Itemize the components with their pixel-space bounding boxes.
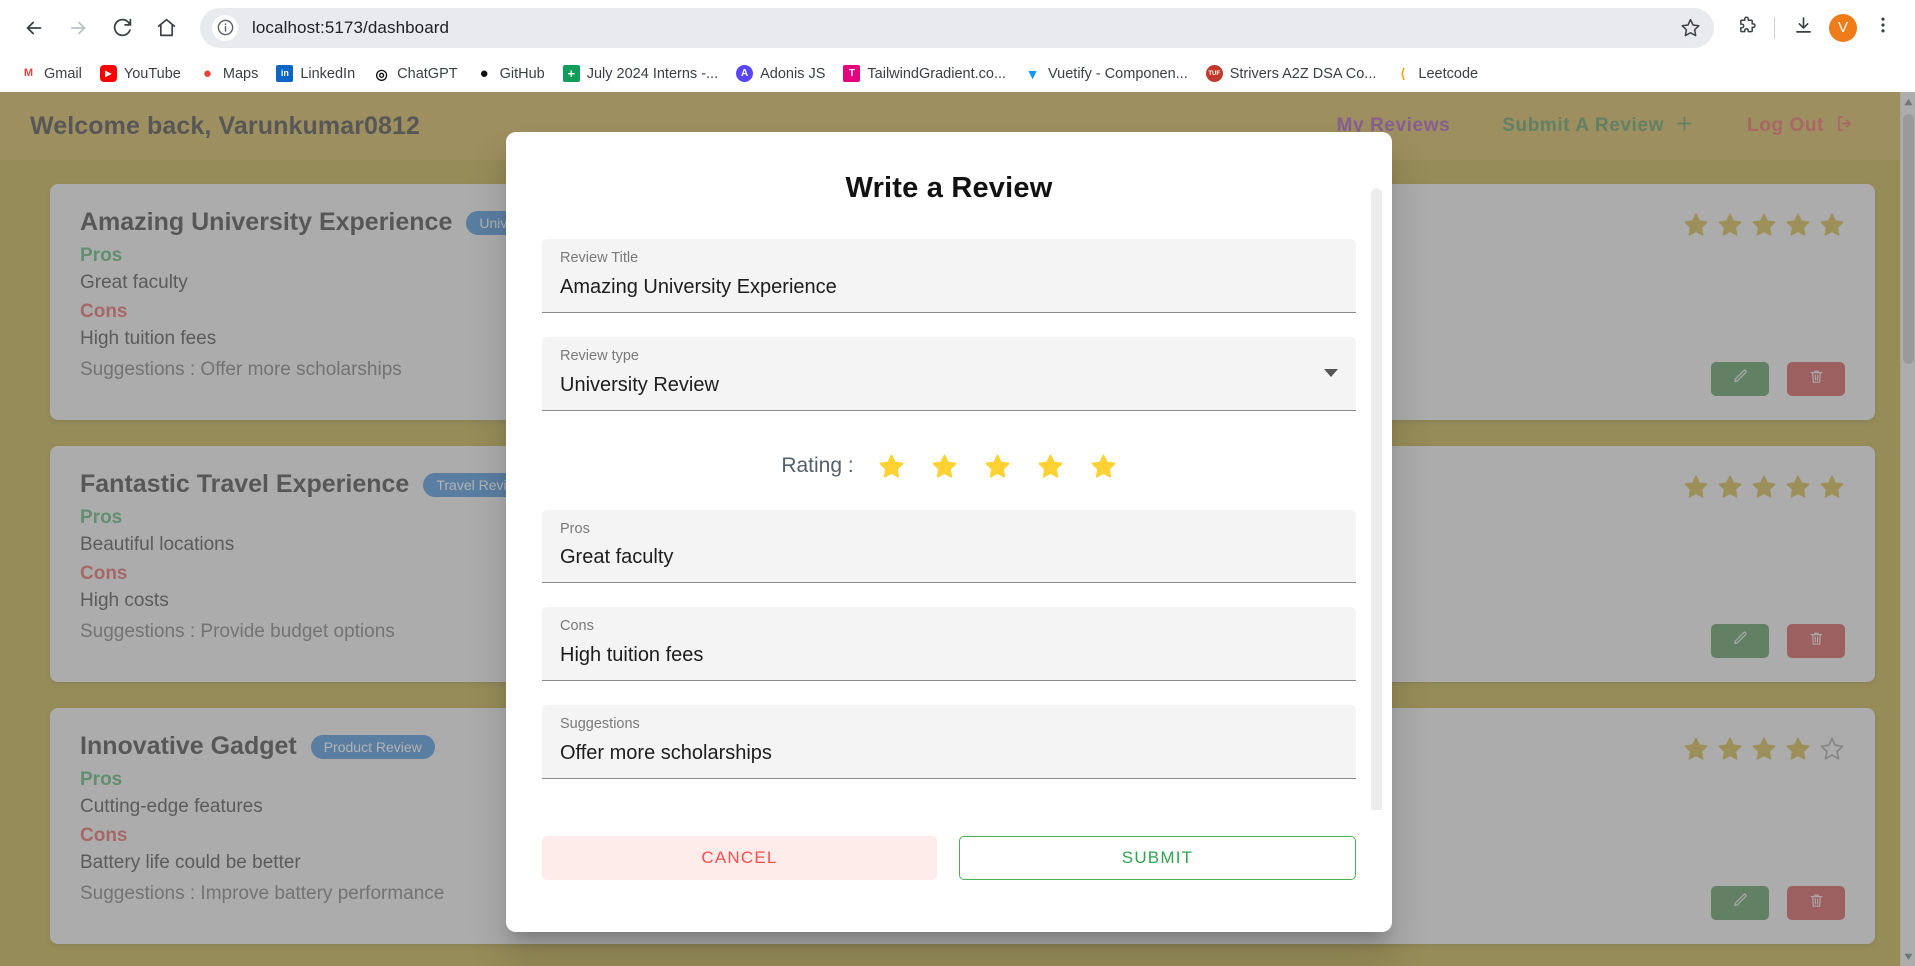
adonisjs-icon: A [736, 65, 754, 82]
forward-arrow-icon [67, 17, 89, 39]
bookmark-label: TailwindGradient.co... [867, 65, 1007, 82]
url-text: localhost:5173/dashboard [252, 17, 450, 37]
bookmark-label: ChatGPT [397, 65, 458, 82]
home-icon [156, 17, 177, 38]
back-button[interactable] [14, 8, 54, 48]
submit-button[interactable]: SUBMIT [959, 836, 1356, 880]
suggestions-input[interactable]: Offer more scholarships [560, 736, 1340, 769]
download-icon [1793, 15, 1814, 41]
bookmark-label: Leetcode [1418, 65, 1479, 82]
reload-button[interactable] [102, 8, 142, 48]
bookmark-item[interactable]: ◎ ChatGPT [365, 61, 465, 86]
gmail-icon: M [20, 65, 37, 82]
dialog-actions: CANCEL SUBMIT [506, 810, 1392, 880]
maps-pin-icon: ● [198, 65, 216, 82]
bookmark-item[interactable]: + July 2024 Interns -... [555, 61, 726, 86]
dialog-body: Write a Review Review Title Amazing Univ… [506, 132, 1392, 810]
modal-overlay[interactable]: Write a Review Review Title Amazing Univ… [0, 92, 1915, 966]
field-label: Review Title [560, 250, 639, 266]
bookmark-label: Maps [222, 65, 259, 82]
star-outline-icon[interactable] [1676, 14, 1704, 42]
star-filled-icon[interactable] [931, 453, 958, 480]
bookmark-label: YouTube [123, 65, 181, 82]
page-viewport: Welcome back, Varunkumar0812 My Reviews … [0, 92, 1915, 966]
chatgpt-icon: ◎ [373, 65, 391, 82]
rating-control: Rating : [542, 435, 1356, 510]
bookmark-item[interactable]: TUF Strivers A2Z DSA Co... [1198, 61, 1385, 86]
profile-avatar[interactable]: V [1829, 13, 1857, 42]
star-filled-icon[interactable] [984, 453, 1011, 480]
bookmark-item[interactable]: ● GitHub [468, 61, 553, 86]
review-title-input[interactable]: Amazing University Experience [560, 270, 1340, 303]
bookmark-label: LinkedIn [300, 65, 356, 82]
bookmarks-bar: M Gmail ▶ YouTube ● Maps in LinkedIn ◎ ChatGP… [0, 55, 1915, 92]
toolbar-divider [1774, 16, 1775, 39]
browser-menu-button[interactable] [1865, 10, 1901, 46]
dialog-title: Write a Review [845, 172, 1053, 204]
back-arrow-icon [23, 17, 45, 39]
suggestions-field[interactable]: Suggestions Offer more scholarships [542, 705, 1356, 779]
puzzle-piece-icon [1736, 15, 1757, 41]
field-label: Review type [560, 347, 639, 364]
takeuforward-icon: TUF [1205, 65, 1223, 82]
field-label: Cons [560, 618, 594, 635]
bookmark-label: GitHub [499, 65, 545, 82]
forward-button[interactable] [58, 8, 98, 48]
info-circle-icon[interactable] [212, 14, 238, 41]
review-title-field[interactable]: Review Title Amazing University Experien… [542, 239, 1356, 313]
leetcode-icon: ⟨ [1394, 65, 1412, 82]
rating-stars[interactable] [878, 453, 1117, 480]
dialog-scrollbar[interactable] [1371, 162, 1382, 810]
star-filled-icon[interactable] [1037, 453, 1064, 480]
browser-chrome: localhost:5173/dashboard V M Gmail ▶ You… [0, 0, 1915, 92]
bookmark-item[interactable]: ▶ YouTube [92, 61, 189, 86]
bookmark-item[interactable]: A Adonis JS [728, 61, 833, 86]
github-icon: ● [475, 65, 493, 82]
write-review-dialog: Write a Review Review Title Amazing Univ… [506, 132, 1392, 932]
cancel-button[interactable]: CANCEL [542, 836, 937, 880]
dialog-bottom-pad [506, 880, 1392, 932]
downloads-button[interactable] [1785, 10, 1821, 46]
bookmark-item[interactable]: ▼ Vuetify - Componen... [1016, 61, 1196, 86]
vuetify-icon: ▼ [1024, 65, 1042, 82]
chevron-down-icon[interactable] [1324, 369, 1338, 378]
rating-label: Rating : [781, 454, 854, 477]
bookmark-item[interactable]: ⟨ Leetcode [1386, 61, 1486, 86]
bookmark-label: July 2024 Interns -... [586, 65, 719, 82]
star-filled-icon[interactable] [878, 453, 905, 480]
reload-icon [112, 17, 133, 38]
bookmark-label: Adonis JS [760, 65, 826, 82]
field-label: Pros [560, 520, 590, 537]
google-sheets-icon: + [562, 65, 580, 82]
three-dot-menu-icon [1873, 15, 1893, 40]
bookmark-label: Strivers A2Z DSA Co... [1229, 65, 1377, 82]
dialog-scrollbar-thumb[interactable] [1371, 188, 1382, 810]
bookmark-label: Vuetify - Componen... [1048, 65, 1188, 82]
extensions-button[interactable] [1728, 10, 1764, 46]
bookmark-item[interactable]: in LinkedIn [268, 61, 363, 86]
pros-input[interactable]: Great faculty [560, 540, 1340, 573]
tailwindgradient-icon: T [843, 65, 861, 82]
home-button[interactable] [146, 8, 186, 48]
field-label: Suggestions [560, 716, 640, 732]
pros-field[interactable]: Pros Great faculty [542, 509, 1356, 584]
cons-field[interactable]: Cons High tuition fees [542, 607, 1356, 681]
bookmark-item[interactable]: M Gmail [12, 61, 90, 86]
review-type-select[interactable]: University Review [560, 368, 1312, 401]
browser-toolbar: localhost:5173/dashboard V [0, 0, 1915, 55]
bookmark-item[interactable]: T TailwindGradient.co... [835, 61, 1014, 86]
youtube-icon: ▶ [99, 65, 117, 82]
address-bar[interactable]: localhost:5173/dashboard [200, 7, 1714, 48]
bookmark-label: Gmail [44, 65, 82, 82]
cons-input[interactable]: High tuition fees [560, 638, 1340, 671]
bookmark-item[interactable]: ● Maps [191, 61, 266, 86]
linkedin-icon: in [276, 65, 294, 82]
toolbar-right-actions: V [1728, 10, 1901, 46]
star-filled-icon[interactable] [1090, 453, 1117, 480]
review-type-field[interactable]: Review type University Review [542, 336, 1356, 411]
